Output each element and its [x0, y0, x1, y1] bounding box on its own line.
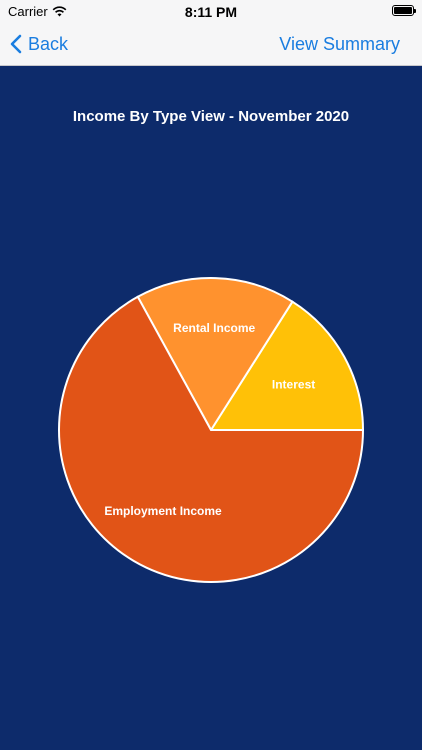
navigation-bar: Back View Summary: [0, 22, 422, 66]
back-button[interactable]: Back: [10, 22, 68, 66]
pie-label-interest: Interest: [272, 378, 315, 392]
pie-label-employment-income: Employment Income: [104, 504, 222, 518]
pie-label-rental-income: Rental Income: [173, 321, 255, 335]
back-label: Back: [28, 33, 69, 54]
chart-area: Income By Type View - November 2020 Inte…: [0, 66, 422, 750]
status-bar: Carrier 8:11 PM: [0, 0, 422, 22]
battery-icon: [392, 5, 416, 16]
chevron-left-icon: [10, 34, 22, 54]
pie-chart: Interest Rental Income Employment Income: [58, 277, 365, 583]
clock: 8:11 PM: [184, 4, 238, 20]
view-summary-button[interactable]: View Summary: [279, 22, 400, 66]
